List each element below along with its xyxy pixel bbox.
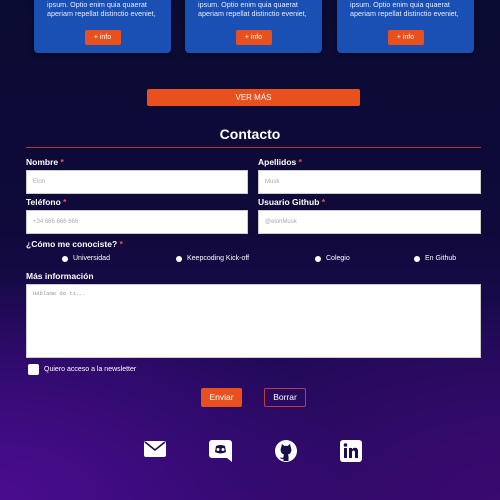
radio-label: Universidad — [73, 255, 110, 262]
info-button[interactable]: + info — [84, 30, 121, 45]
apellidos-label: Apellidos * — [258, 157, 302, 167]
radio-dot[interactable] — [315, 255, 321, 262]
send-button[interactable]: Enviar — [201, 388, 242, 407]
radio-label: Colegio — [326, 255, 350, 262]
telefono-label: Teléfono * — [26, 197, 67, 207]
nombre-label: Nombre * — [26, 157, 64, 167]
nombre-field[interactable]: Elon — [26, 170, 248, 194]
github-label: Usuario Github * — [258, 197, 326, 207]
radio-label: En Github — [425, 255, 457, 262]
radio-label: Keepcoding Kick-off — [187, 255, 250, 262]
project-card: ipsum. Optio enim quia quaerat aperiam r… — [34, 0, 171, 53]
radio-github[interactable]: En Github — [414, 255, 456, 262]
radio-dot[interactable] — [414, 255, 420, 262]
info-button[interactable]: + info — [235, 30, 272, 45]
more-info-textarea[interactable]: Háblame de ti... — [26, 284, 481, 358]
card-text: ipsum. Optio enim quia quaerat aperiam r… — [47, 0, 156, 18]
card-text: ipsum. Optio enim quia quaerat aperiam r… — [198, 0, 307, 18]
card-text: ipsum. Optio enim quia quaerat aperiam r… — [350, 0, 459, 18]
newsletter-checkbox[interactable] — [28, 364, 39, 375]
discord-icon[interactable] — [209, 440, 232, 462]
github-icon[interactable] — [275, 440, 297, 462]
info-button[interactable]: + info — [387, 30, 424, 45]
clear-button[interactable]: Borrar — [264, 388, 306, 407]
linkedin-icon[interactable] — [340, 440, 362, 462]
radio-universidad[interactable]: Universidad — [62, 255, 110, 262]
project-card: ipsum. Optio enim quia quaerat aperiam r… — [185, 0, 322, 53]
radio-keepcoding[interactable]: Keepcoding Kick-off — [176, 255, 249, 262]
radio-dot[interactable] — [176, 255, 182, 262]
more-info-label: Más información — [26, 271, 94, 281]
newsletter-label: Quiero acceso a la newsletter — [44, 366, 137, 373]
contact-title: Contacto — [219, 126, 281, 142]
radio-dot[interactable] — [62, 255, 68, 262]
email-icon[interactable] — [144, 440, 166, 458]
github-field[interactable]: @elonMusk — [258, 210, 481, 234]
project-cards: ipsum. Optio enim quia quaerat aperiam r… — [0, 0, 500, 54]
radio-colegio[interactable]: Colegio — [315, 255, 350, 262]
newsletter-option[interactable]: Quiero acceso a la newsletter — [28, 364, 136, 375]
project-card: ipsum. Optio enim quia quaerat aperiam r… — [337, 0, 474, 53]
apellidos-field[interactable]: Musk — [258, 170, 481, 194]
telefono-field[interactable]: +34 666 666 666 — [26, 210, 248, 234]
ver-mas-button[interactable]: VER MÁS — [147, 89, 360, 106]
how-label: ¿Cómo me conociste? * — [26, 239, 123, 249]
title-divider — [26, 147, 481, 148]
